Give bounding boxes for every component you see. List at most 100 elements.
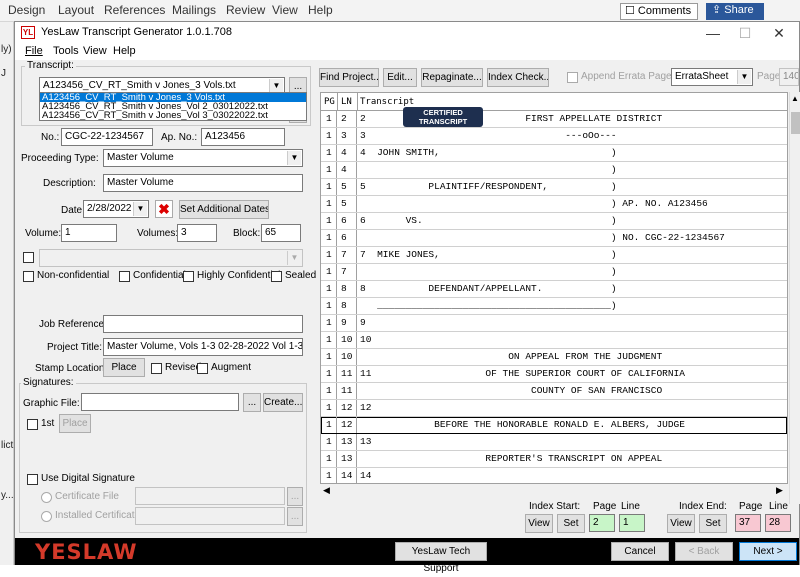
cancel-button[interactable]: Cancel bbox=[611, 542, 669, 561]
tech-support-button[interactable]: YesLaw Tech Support bbox=[395, 542, 487, 574]
table-row[interactable]: 166 VS. ) bbox=[321, 213, 787, 230]
word-menu-layout[interactable]: Layout bbox=[58, 3, 94, 17]
table-row[interactable]: 14 ) bbox=[321, 162, 787, 179]
dropdown-option[interactable]: A123456_CV_RT_Smith v Jones_3 Vols.txt bbox=[40, 93, 306, 102]
index-start-page-field[interactable]: 2 bbox=[589, 514, 615, 532]
close-button[interactable]: ✕ bbox=[765, 24, 793, 42]
extra-option-select[interactable]: ▼ bbox=[39, 249, 303, 267]
scroll-left-icon[interactable]: ◀ bbox=[323, 485, 330, 496]
signature-place-button[interactable]: Place bbox=[59, 414, 91, 433]
word-share-button[interactable]: ⇪ Share bbox=[706, 3, 764, 20]
scroll-right-icon[interactable]: ▶ bbox=[776, 485, 783, 496]
table-row[interactable]: 155 PLAINTIFF/RESPONDENT, ) bbox=[321, 179, 787, 196]
dropdown-option[interactable]: A123456_CV_RT_Smith v Jones_Vol 3_030220… bbox=[40, 111, 306, 120]
extra-option-checkbox[interactable] bbox=[23, 252, 34, 263]
certificate-file-radio[interactable] bbox=[41, 492, 52, 503]
table-row[interactable]: 17 ) bbox=[321, 264, 787, 281]
index-end-line-field[interactable]: 28 bbox=[765, 514, 791, 532]
edit-button[interactable]: Edit... bbox=[383, 68, 417, 87]
vertical-scrollbar[interactable]: ▲ bbox=[789, 92, 800, 504]
menu-file[interactable]: File bbox=[25, 45, 43, 57]
revised-checkbox[interactable] bbox=[151, 363, 162, 374]
scroll-thumb[interactable] bbox=[791, 112, 800, 134]
table-row[interactable]: 1 14 14 bbox=[321, 468, 787, 483]
find-project-button[interactable]: Find Project... bbox=[319, 68, 379, 87]
create-signature-button[interactable]: Create... bbox=[263, 393, 303, 412]
table-row[interactable]: 133 ---oOo--- bbox=[321, 128, 787, 145]
job-reference-field[interactable] bbox=[103, 315, 303, 333]
next-button[interactable]: Next > bbox=[739, 542, 797, 561]
certificate-file-browse-button[interactable]: ... bbox=[287, 487, 303, 506]
column-header-pg[interactable]: PG bbox=[324, 97, 335, 107]
index-start-view-button[interactable]: View bbox=[525, 514, 553, 533]
index-end-set-button[interactable]: Set bbox=[699, 514, 727, 533]
menu-tools[interactable]: Tools bbox=[53, 45, 79, 57]
table-row[interactable]: 1 12 BEFORE THE HONORABLE RONALD E. ALBER… bbox=[321, 417, 787, 434]
confidential-checkbox[interactable] bbox=[119, 271, 130, 282]
word-comments-button[interactable]: ☐ Comments bbox=[620, 3, 698, 20]
date-field[interactable]: 2/28/2022 ▼ bbox=[83, 200, 149, 218]
menu-view[interactable]: View bbox=[83, 45, 107, 57]
installed-certificate-field[interactable] bbox=[135, 507, 285, 525]
index-end-view-button[interactable]: View bbox=[667, 514, 695, 533]
digital-signature-checkbox[interactable] bbox=[27, 474, 38, 485]
maximize-button[interactable]: ☐ bbox=[731, 24, 759, 42]
installed-certificate-browse-button[interactable]: ... bbox=[287, 507, 303, 526]
repaginate-button[interactable]: Repaginate... bbox=[421, 68, 483, 87]
project-title-field[interactable]: Master Volume, Vols 1-3 02-28-2022 Vol 1… bbox=[103, 338, 303, 356]
set-additional-dates-button[interactable]: Set Additional Dates... bbox=[179, 200, 269, 219]
volume-field[interactable]: 1 bbox=[61, 224, 117, 242]
description-field[interactable]: Master Volume bbox=[103, 174, 303, 192]
first-signature-checkbox[interactable] bbox=[27, 419, 38, 430]
column-header-transcript[interactable]: Transcript bbox=[360, 97, 414, 107]
table-row[interactable]: 15 ) AP. NO. A123456 bbox=[321, 196, 787, 213]
index-start-set-button[interactable]: Set bbox=[557, 514, 585, 533]
errata-select[interactable]: ErrataSheet ▼ bbox=[671, 68, 753, 86]
word-menu-mailings[interactable]: Mailings bbox=[172, 3, 216, 17]
table-row[interactable]: 1 13 REPORTER'S TRANSCRIPT ON APPEAL bbox=[321, 451, 787, 468]
case-no-field[interactable]: CGC-22-1234567 bbox=[61, 128, 153, 146]
sealed-checkbox[interactable] bbox=[271, 271, 282, 282]
table-row[interactable]: 1 11 COUNTY OF SAN FRANCISCO bbox=[321, 383, 787, 400]
scroll-up-icon[interactable]: ▲ bbox=[791, 94, 799, 103]
ap-no-field[interactable]: A123456 bbox=[201, 128, 285, 146]
dropdown-option[interactable]: A123456_CV_RT_Smith v Jones_Vol 2_030120… bbox=[40, 102, 306, 111]
table-row[interactable]: 1 10 ON APPEAL FROM THE JUDGMENT bbox=[321, 349, 787, 366]
block-field[interactable]: 65 bbox=[261, 224, 301, 242]
table-row[interactable]: 1 12 12 bbox=[321, 400, 787, 417]
clear-date-button[interactable]: ✖ bbox=[155, 200, 173, 218]
horizontal-scrollbar[interactable]: ◀ ▶ bbox=[320, 485, 788, 497]
index-start-line-field[interactable]: 1 bbox=[619, 514, 645, 532]
word-menu-references[interactable]: References bbox=[104, 3, 165, 17]
menu-help[interactable]: Help bbox=[113, 45, 136, 57]
volumes-field[interactable]: 3 bbox=[177, 224, 217, 242]
table-row[interactable]: 188 DEFENDANT/APPELLANT. ) bbox=[321, 281, 787, 298]
graphic-file-field[interactable] bbox=[81, 393, 239, 411]
word-menu-review[interactable]: Review bbox=[226, 3, 265, 17]
table-row[interactable]: 177 MIKE JONES, ) bbox=[321, 247, 787, 264]
index-check-button[interactable]: Index Check... bbox=[487, 68, 549, 87]
table-row[interactable]: 1 11 11 OF THE SUPERIOR COURT OF CALIFORNI… bbox=[321, 366, 787, 383]
table-row[interactable]: 199 bbox=[321, 315, 787, 332]
page-field[interactable]: 140 bbox=[779, 68, 799, 86]
table-row[interactable]: 1 10 10 bbox=[321, 332, 787, 349]
index-end-page-field[interactable]: 37 bbox=[735, 514, 761, 532]
table-row[interactable]: 144 JOHN SMITH, ) bbox=[321, 145, 787, 162]
minimize-button[interactable]: — bbox=[699, 24, 727, 42]
table-row[interactable]: 122 FIRST APPELLATE DISTRICT bbox=[321, 111, 787, 128]
back-button[interactable]: < Back bbox=[675, 542, 733, 561]
word-menu-help[interactable]: Help bbox=[308, 3, 333, 17]
graphic-file-browse-button[interactable]: ... bbox=[243, 393, 261, 412]
proceeding-type-select[interactable]: Master Volume ▼ bbox=[103, 149, 303, 167]
non-confidential-checkbox[interactable] bbox=[23, 271, 34, 282]
highly-confidential-checkbox[interactable] bbox=[183, 271, 194, 282]
table-row[interactable]: 18 _____________________________________… bbox=[321, 298, 787, 315]
installed-certificate-radio[interactable] bbox=[41, 511, 52, 522]
stamp-place-button[interactable]: Place bbox=[103, 358, 145, 377]
table-row[interactable]: 1 13 13 bbox=[321, 434, 787, 451]
table-row[interactable]: 16 ) NO. CGC-22-1234567 bbox=[321, 230, 787, 247]
column-header-ln[interactable]: LN bbox=[341, 97, 352, 107]
certificate-file-field[interactable] bbox=[135, 487, 285, 505]
augment-checkbox[interactable] bbox=[197, 363, 208, 374]
append-errata-checkbox[interactable] bbox=[567, 72, 578, 83]
